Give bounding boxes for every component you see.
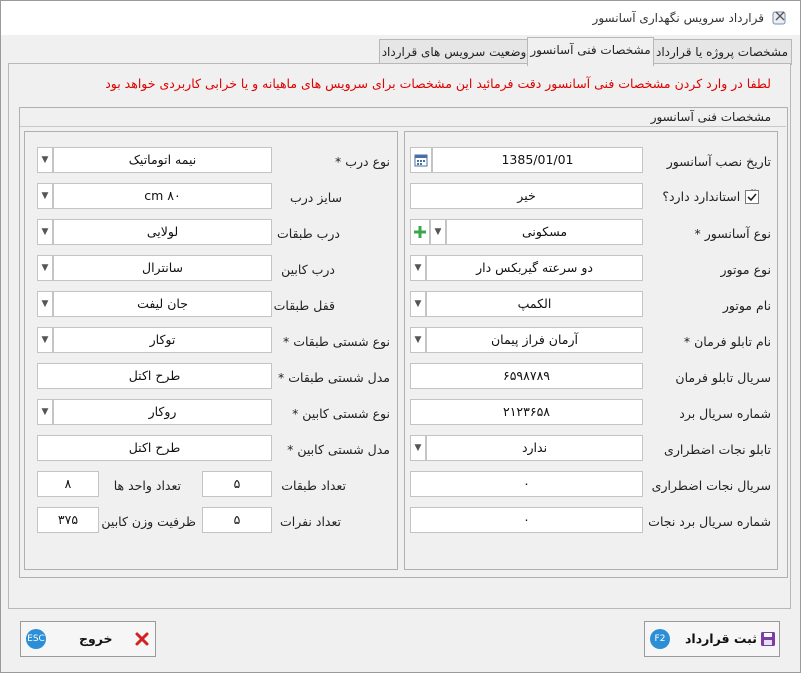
tab-technical-specs[interactable]: مشخصات فنی آسانسور: [527, 37, 654, 66]
elevator-type-label: نوع آسانسور *: [694, 226, 771, 241]
cabin-door-dropdown-arrow[interactable]: ▼: [37, 255, 53, 281]
floor-lock-select[interactable]: جان لیفت: [53, 291, 272, 317]
tab-project-contract[interactable]: مشخصات پروژه یا قرارداد: [652, 39, 792, 65]
install-date-field[interactable]: 1385/01/01: [432, 147, 643, 173]
motor-type-label: نوع موتور: [720, 262, 772, 277]
persons-count-field[interactable]: ۵: [202, 507, 272, 533]
has-standard-label: آیا استاندارد دارد؟: [662, 189, 755, 204]
emergency-panel-label: تابلو نجات اضطراری: [664, 442, 771, 457]
control-panel-name-label: نام تابلو فرمان *: [683, 334, 771, 349]
floor-lock-dropdown-arrow[interactable]: ▼: [37, 291, 53, 317]
has-standard-checkbox[interactable]: [745, 190, 759, 204]
cabin-cladding-model-label: مدل شستی کابین *: [287, 442, 390, 457]
door-size-dropdown-arrow[interactable]: ▼: [37, 183, 53, 209]
cabin-cladding-type-dropdown-arrow[interactable]: ▼: [37, 399, 53, 425]
floors-count-label: تعداد طبقات: [281, 478, 346, 493]
floor-door-label: درب طبقات: [277, 226, 340, 241]
cabin-capacity-label: ظرفیت وزن کابین: [101, 514, 196, 529]
cabin-capacity-field[interactable]: ۳۷۵: [37, 507, 99, 533]
save-contract-button[interactable]: F2 ثبت قرارداد: [644, 621, 780, 657]
cabin-cladding-model-field[interactable]: طرح اکتل: [37, 435, 272, 461]
exit-button-label: خروج: [79, 631, 113, 646]
motor-name-label: نام موتور: [722, 298, 771, 313]
floor-door-select[interactable]: لولایی: [53, 219, 272, 245]
persons-count-label: تعداد نفرات: [279, 514, 341, 529]
emergency-serial-field[interactable]: ۰: [410, 471, 643, 497]
board-serial-field[interactable]: ۲۱۲۳۶۵۸: [410, 399, 643, 425]
floor-cladding-model-label: مدل شستی طبقات *: [278, 370, 390, 385]
cabin-cladding-type-select[interactable]: روکار: [53, 399, 272, 425]
warning-message: لطفا در وارد کردن مشخصات فنی آسانسور دقت…: [105, 76, 771, 91]
floppy-disk-icon: [760, 631, 776, 650]
rescue-board-serial-field[interactable]: ۰: [410, 507, 643, 533]
units-count-field[interactable]: ۸: [37, 471, 99, 497]
emergency-panel-select[interactable]: ندارد: [426, 435, 643, 461]
door-type-select[interactable]: نیمه اتوماتیک: [53, 147, 272, 173]
door-type-label: نوع درب *: [335, 154, 390, 169]
has-standard-field[interactable]: خیر: [410, 183, 643, 209]
floor-door-dropdown-arrow[interactable]: ▼: [37, 219, 53, 245]
add-elevator-type-icon[interactable]: [410, 219, 430, 245]
esc-key-badge: ESC: [26, 629, 46, 649]
floor-lock-label: قفل طبقات: [273, 298, 335, 313]
motor-type-select[interactable]: دو سرعته گیربکس دار: [426, 255, 643, 281]
emergency-serial-label: سریال نجات اضطراری: [651, 478, 771, 493]
close-icon[interactable]: [772, 10, 788, 26]
floor-cladding-model-field[interactable]: طرح اکتل: [37, 363, 272, 389]
cabin-door-select[interactable]: سانترال: [53, 255, 272, 281]
tab-service-status[interactable]: وضعیت سرویس های قرارداد: [379, 39, 529, 65]
group-divider: [20, 126, 786, 127]
tab-strip: مشخصات پروژه یا قرارداد مشخصات فنی آسانس…: [9, 37, 792, 66]
title-bar: قرارداد سرویس نگهداری آسانسور: [1, 1, 800, 35]
elevator-type-dropdown-arrow[interactable]: ▼: [430, 219, 446, 245]
motor-type-dropdown-arrow[interactable]: ▼: [410, 255, 426, 281]
door-size-select[interactable]: cm ۸۰: [53, 183, 272, 209]
floor-cladding-type-label: نوع شستی طبقات *: [282, 334, 390, 349]
calendar-icon[interactable]: [410, 147, 432, 173]
f2-key-badge: F2: [650, 629, 670, 649]
install-date-label: تاریخ نصب آسانسور: [666, 154, 771, 169]
door-type-dropdown-arrow[interactable]: ▼: [37, 147, 53, 173]
control-panel-name-dropdown-arrow[interactable]: ▼: [410, 327, 426, 353]
control-panel-serial-field[interactable]: ۶۵۹۸۷۸۹: [410, 363, 643, 389]
floor-cladding-type-select[interactable]: توکار: [53, 327, 272, 353]
cabin-door-label: درب کابین: [281, 262, 335, 277]
control-panel-serial-label: سریال تابلو فرمان: [675, 370, 771, 385]
door-size-label: سایز درب: [289, 190, 342, 205]
floor-cladding-type-dropdown-arrow[interactable]: ▼: [37, 327, 53, 353]
units-count-label: تعداد واحد ها: [113, 478, 181, 493]
group-title: مشخصات فنی آسانسور: [650, 110, 771, 124]
emergency-panel-dropdown-arrow[interactable]: ▼: [410, 435, 426, 461]
board-serial-label: شماره سریال برد: [679, 406, 771, 421]
window-title: قرارداد سرویس نگهداری آسانسور: [592, 11, 764, 25]
floors-count-field[interactable]: ۵: [202, 471, 272, 497]
rescue-board-serial-label: شماره سریال برد نجات: [648, 514, 771, 529]
save-contract-button-label: ثبت قرارداد: [685, 631, 757, 646]
exit-button[interactable]: ESC خروج: [20, 621, 156, 657]
motor-name-select[interactable]: الکمپ: [426, 291, 643, 317]
cabin-cladding-type-label: نوع شستی کابین *: [292, 406, 390, 421]
motor-name-dropdown-arrow[interactable]: ▼: [410, 291, 426, 317]
close-red-icon: [135, 632, 149, 649]
elevator-type-select[interactable]: مسکونی: [446, 219, 643, 245]
control-panel-name-select[interactable]: آرمان فراز پیمان: [426, 327, 643, 353]
